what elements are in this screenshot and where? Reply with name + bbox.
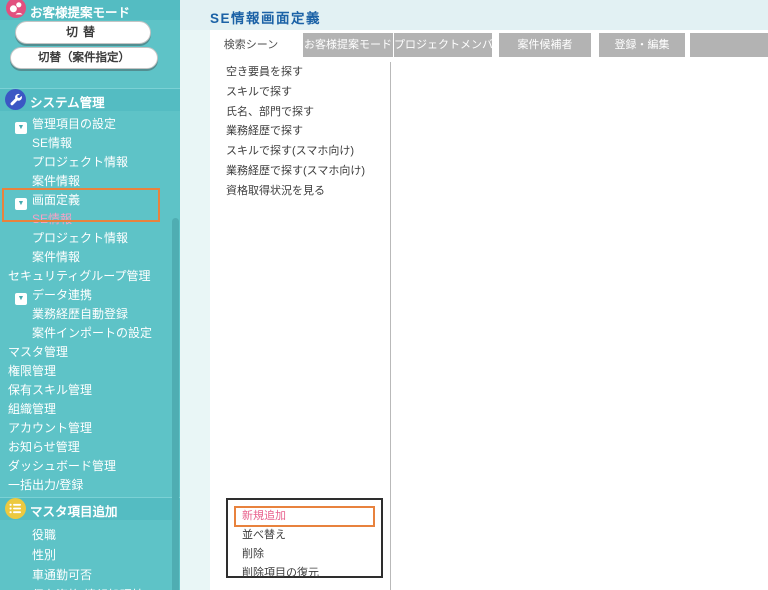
chevron-down-icon: ▼ — [15, 293, 27, 305]
chevron-down-icon: ▼ — [15, 198, 27, 210]
sidebar-item-label: ダッシュボード管理 — [8, 459, 116, 473]
sidebar-item-13[interactable]: 権限管理 — [0, 362, 180, 381]
sidebar-item-label: 権限管理 — [8, 364, 56, 378]
menu-item[interactable]: 削除項目の復元 — [228, 564, 381, 583]
menu-item[interactable]: 並べ替え — [228, 526, 381, 545]
tab-bar-filler — [690, 33, 768, 57]
sidebar-item-label: セキュリティグループ管理 — [8, 269, 151, 283]
scene-list-item[interactable]: 資格取得状況を見る — [226, 182, 365, 202]
chevron-down-icon: ▼ — [15, 122, 27, 134]
sidebar-item-label: マスタ管理 — [8, 345, 68, 359]
switch-button[interactable]: 切替 — [15, 21, 151, 44]
scene-list-item[interactable]: スキルで探す(スマホ向け) — [226, 142, 365, 162]
sidebar-section-master-label[interactable]: マスタ項目追加 — [30, 501, 118, 520]
sidebar-item-label: アカウント管理 — [8, 421, 92, 435]
sidebar-item-label: お知らせ管理 — [8, 440, 80, 454]
sidebar-item-label: プロジェクト情報 — [32, 155, 128, 169]
sidebar-item-label: 案件情報 — [32, 174, 80, 188]
sidebar-item-label: 業務経歴自動登録 — [32, 307, 128, 321]
tab-3[interactable]: プロジェクトメンバー — [394, 33, 492, 57]
sidebar-item-5[interactable]: SE情報 — [0, 210, 180, 229]
sidebar-item-label: SE情報 — [32, 136, 72, 150]
tab-2[interactable]: お客様提案モード — [303, 33, 393, 57]
sidebar-item-11[interactable]: 案件インポートの設定 — [0, 324, 180, 343]
sidebar-item-2[interactable]: プロジェクト情報 — [0, 153, 180, 172]
sidebar-item-label: プロジェクト情報 — [32, 231, 128, 245]
sidebar-item-3[interactable]: 案件情報 — [0, 172, 180, 191]
scene-list-item[interactable]: 氏名、部門で探す — [226, 103, 365, 123]
sidebar-item-18[interactable]: ダッシュボード管理 — [0, 457, 180, 476]
search-scene-list: 空き要員を探すスキルで探す氏名、部門で探す業務経歴で探すスキルで探す(スマホ向け… — [226, 63, 365, 202]
scene-list-item[interactable]: スキルで探す — [226, 83, 365, 103]
sidebar-item-1[interactable]: SE情報 — [0, 134, 180, 153]
sidebar-item-label: 役職 — [32, 528, 56, 542]
sidebar-item-6[interactable]: プロジェクト情報 — [0, 229, 180, 248]
sidebar: お客様提案モード 切替 切替（案件指定） システム管理 ▼ 管理項目の設定 SE情報… — [0, 0, 180, 590]
sidebar-item-label: SE情報 — [32, 212, 72, 226]
list-icon — [5, 498, 25, 518]
tab-bar: 検索シーンお客様提案モードプロジェクトメンバー案件候補者登録・編集 — [210, 33, 768, 57]
sidebar-item-label: 性別 — [32, 548, 56, 562]
sidebar-item-23[interactable]: 保有資格(情報処理技 — [0, 586, 180, 590]
sidebar-item-label: 案件インポートの設定 — [32, 326, 152, 340]
sidebar-top-header-label: お客様提案モード — [30, 2, 130, 21]
sidebar-item-0[interactable]: ▼ 管理項目の設定 — [0, 115, 180, 134]
scene-list-item[interactable]: 業務経歴で探す — [226, 122, 365, 142]
sidebar-item-14[interactable]: 保有スキル管理 — [0, 381, 180, 400]
people-icon — [6, 0, 26, 18]
sidebar-item-label: 車通勤可否 — [32, 568, 92, 582]
content-vertical-divider — [390, 62, 391, 590]
scene-list-item[interactable]: 空き要員を探す — [226, 63, 365, 83]
tab-4[interactable]: 案件候補者 — [499, 33, 591, 57]
sidebar-item-12[interactable]: マスタ管理 — [0, 343, 180, 362]
action-menu: 新規追加並べ替え削除削除項目の復元 — [226, 498, 383, 578]
sidebar-item-10[interactable]: 業務経歴自動登録 — [0, 305, 180, 324]
sidebar-item-label: 管理項目の設定 — [32, 117, 116, 131]
switch-by-project-button[interactable]: 切替（案件指定） — [10, 47, 158, 69]
tab-1[interactable]: 検索シーン — [210, 33, 292, 57]
sidebar-item-16[interactable]: アカウント管理 — [0, 419, 180, 438]
sidebar-item-label: データ連携 — [32, 288, 92, 302]
sidebar-item-17[interactable]: お知らせ管理 — [0, 438, 180, 457]
page-title: SE情報画面定義 — [210, 7, 321, 27]
content-left-gutter — [180, 0, 210, 590]
wrench-icon — [5, 89, 25, 109]
sidebar-item-21[interactable]: 性別 — [0, 546, 180, 565]
sidebar-item-label: 一括出力/登録 — [8, 478, 83, 492]
sidebar-scrollbar-thumb[interactable] — [172, 218, 179, 590]
menu-item[interactable]: 削除 — [228, 545, 381, 564]
sidebar-section-system-label[interactable]: システム管理 — [30, 92, 105, 111]
sidebar-item-8[interactable]: セキュリティグループ管理 — [0, 267, 180, 286]
sidebar-item-label: 組織管理 — [8, 402, 56, 416]
sidebar-item-20[interactable]: 役職 — [0, 526, 180, 545]
sidebar-item-label: 画面定義 — [32, 193, 80, 207]
sidebar-item-9[interactable]: ▼ データ連携 — [0, 286, 180, 305]
sidebar-item-15[interactable]: 組織管理 — [0, 400, 180, 419]
sidebar-item-label: 案件情報 — [32, 250, 80, 264]
sidebar-item-19[interactable]: 一括出力/登録 — [0, 476, 180, 495]
scene-list-item[interactable]: 業務経歴で探す(スマホ向け) — [226, 162, 365, 182]
menu-item[interactable]: 新規追加 — [228, 507, 381, 526]
sidebar-item-4[interactable]: ▼ 画面定義 — [0, 191, 180, 210]
sidebar-item-7[interactable]: 案件情報 — [0, 248, 180, 267]
sidebar-item-label: 保有スキル管理 — [8, 383, 92, 397]
tab-5[interactable]: 登録・編集 — [599, 33, 685, 57]
sidebar-item-22[interactable]: 車通勤可否 — [0, 566, 180, 585]
